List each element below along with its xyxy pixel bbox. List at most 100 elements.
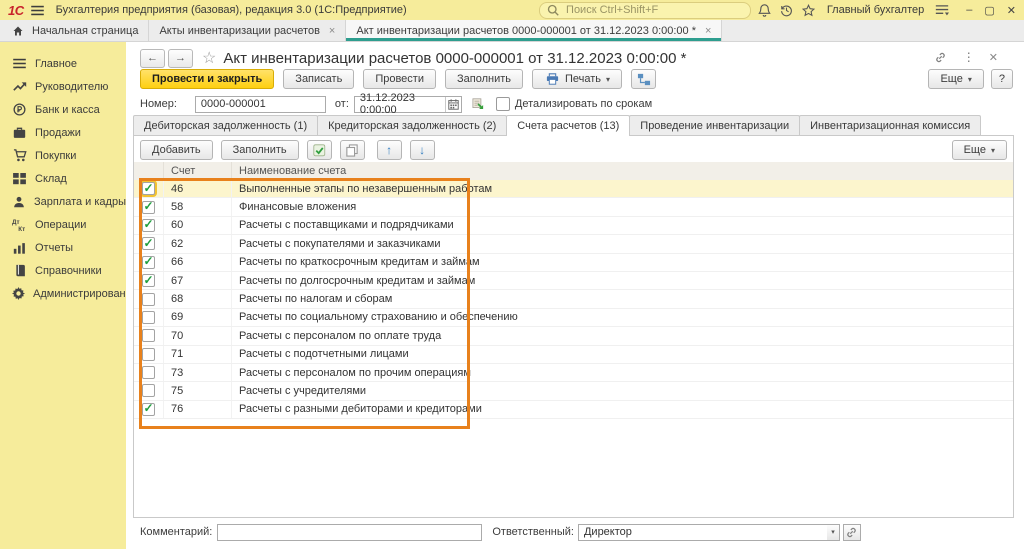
copy-row-button[interactable] xyxy=(340,140,365,160)
row-checkbox[interactable]: ✓ xyxy=(142,256,155,269)
row-checkbox[interactable] xyxy=(142,329,155,342)
table-row[interactable]: ✓76Расчеты с разными дебиторами и кредит… xyxy=(134,401,1013,419)
save-button[interactable]: Записать xyxy=(283,69,354,89)
check-icon: ✓ xyxy=(143,402,153,414)
global-search[interactable] xyxy=(539,2,751,19)
history-icon[interactable] xyxy=(779,2,795,18)
sidebar-item-trend[interactable]: Руководителю xyxy=(0,75,126,98)
row-checkbox-cell xyxy=(134,364,164,381)
row-checkbox[interactable] xyxy=(142,366,155,379)
tab-close-icon[interactable]: × xyxy=(705,25,711,37)
favorites-star-icon[interactable] xyxy=(801,2,817,18)
document-tab[interactable]: Инвентаризационная комиссия xyxy=(799,115,981,135)
arrow-down-icon: ↓ xyxy=(419,143,425,157)
fill-button[interactable]: Заполнить xyxy=(445,69,523,89)
search-input[interactable] xyxy=(564,3,744,17)
check-all-button[interactable] xyxy=(307,140,332,160)
calendar-icon[interactable] xyxy=(445,97,460,112)
open-responsible-button[interactable] xyxy=(843,524,861,541)
sidebar-item-warehouse[interactable]: Склад xyxy=(0,167,126,190)
document-tab[interactable]: Счета расчетов (13) xyxy=(506,115,630,136)
form-more-button[interactable]: Еще ▾ xyxy=(928,69,983,89)
caret-down-icon: ▾ xyxy=(991,146,995,155)
maximize-icon[interactable]: ▢ xyxy=(984,4,994,17)
document-tab[interactable]: Проведение инвентаризации xyxy=(629,115,800,135)
table-row[interactable]: 68Расчеты по налогам и сборам xyxy=(134,290,1013,308)
close-form-icon[interactable]: ✕ xyxy=(989,51,998,64)
sidebar-item-people[interactable]: Зарплата и кадры xyxy=(0,190,126,213)
window-tab[interactable]: Акты инвентаризации расчетов × xyxy=(149,20,346,41)
window-tab-label: Начальная страница xyxy=(32,25,138,37)
row-checkbox[interactable] xyxy=(142,384,155,397)
copy-link-icon[interactable] xyxy=(933,49,949,65)
sidebar-item-references[interactable]: Справочники xyxy=(0,259,126,282)
responsible-field[interactable]: Директор xyxy=(578,524,827,541)
table-row[interactable]: 69Расчеты по социальному страхованию и о… xyxy=(134,309,1013,327)
detail-checkbox[interactable] xyxy=(496,97,510,111)
row-checkbox[interactable] xyxy=(142,293,155,306)
main-menu-icon[interactable] xyxy=(30,2,46,18)
close-window-icon[interactable]: ✕ xyxy=(1007,4,1016,17)
window-tab[interactable]: Начальная страница xyxy=(0,20,149,41)
window-tab-label: Акты инвентаризации расчетов xyxy=(159,25,319,37)
row-checkbox[interactable]: ✓ xyxy=(142,274,155,287)
table-row[interactable]: 75Расчеты с учредителями xyxy=(134,382,1013,400)
forward-button[interactable]: → xyxy=(168,49,193,68)
table-row[interactable]: ✓62Расчеты с покупателями и заказчиками xyxy=(134,235,1013,253)
back-button[interactable]: ← xyxy=(140,49,165,68)
sidebar-item-purchases[interactable]: Покупки xyxy=(0,144,126,167)
table-row[interactable]: 70Расчеты с персоналом по оплате труда xyxy=(134,327,1013,345)
print-button[interactable]: Печать ▾ xyxy=(532,69,622,89)
row-checkbox[interactable]: ✓ xyxy=(142,219,155,232)
quick-fill-icon[interactable] xyxy=(471,96,487,112)
table-row[interactable]: ✓67Расчеты по долгосрочным кредитам и за… xyxy=(134,272,1013,290)
row-checkbox-cell: ✓ xyxy=(134,401,164,418)
move-up-button[interactable]: ↑ xyxy=(377,140,402,160)
document-tab[interactable]: Кредиторская задолженность (2) xyxy=(317,115,507,135)
date-field[interactable]: 31.12.2023 0:00:00 xyxy=(354,96,462,113)
document-title: Акт инвентаризации расчетов 0000-000001 … xyxy=(223,50,686,67)
sidebar-item-operations[interactable]: ДтКтОперации xyxy=(0,213,126,236)
current-user-label[interactable]: Главный бухгалтер xyxy=(827,4,924,16)
table-more-button[interactable]: Еще ▾ xyxy=(952,140,1007,160)
help-button[interactable]: ? xyxy=(991,69,1013,89)
post-button[interactable]: Провести xyxy=(363,69,436,89)
sidebar-item-admin[interactable]: Администрирование xyxy=(0,282,126,305)
table-row[interactable]: 71Расчеты с подотчетными лицами xyxy=(134,346,1013,364)
sidebar-item-reports[interactable]: Отчеты xyxy=(0,236,126,259)
sidebar-item-bank[interactable]: Банк и касса xyxy=(0,98,126,121)
number-field[interactable]: 0000-000001 xyxy=(195,96,326,113)
favorite-star-icon[interactable]: ☆ xyxy=(202,48,216,68)
row-checkbox[interactable] xyxy=(142,348,155,361)
row-checkbox[interactable]: ✓ xyxy=(142,182,155,195)
people-icon xyxy=(12,196,26,208)
more-menu-icon[interactable]: ⋮ xyxy=(963,50,975,64)
row-checkbox[interactable] xyxy=(142,311,155,324)
bank-icon xyxy=(12,103,27,116)
table-row[interactable]: ✓66Расчеты по краткосрочным кредитам и з… xyxy=(134,254,1013,272)
notifications-bell-icon[interactable] xyxy=(757,2,773,18)
row-checkbox[interactable]: ✓ xyxy=(142,237,155,250)
tab-close-icon[interactable]: × xyxy=(329,25,335,37)
fill-table-button[interactable]: Заполнить xyxy=(221,140,299,160)
comment-input[interactable] xyxy=(217,524,482,541)
add-row-button[interactable]: Добавить xyxy=(140,140,213,160)
move-down-button[interactable]: ↓ xyxy=(410,140,435,160)
minimize-icon[interactable]: – xyxy=(966,4,972,16)
sidebar-item-menu[interactable]: Главное xyxy=(0,52,126,75)
responsible-dropdown-icon[interactable]: ▾ xyxy=(827,524,840,541)
detail-checkbox-label[interactable]: Детализировать по срокам xyxy=(515,98,652,110)
related-documents-button[interactable] xyxy=(631,69,656,89)
row-checkbox[interactable]: ✓ xyxy=(142,403,155,416)
table-row[interactable]: ✓46Выполненные этапы по незавершенным ра… xyxy=(134,180,1013,198)
row-checkbox[interactable]: ✓ xyxy=(142,201,155,214)
document-tab[interactable]: Дебиторская задолженность (1) xyxy=(133,115,318,135)
table-row[interactable]: ✓60Расчеты с поставщиками и подрядчиками xyxy=(134,217,1013,235)
table-row[interactable]: ✓58Финансовые вложения xyxy=(134,198,1013,216)
sidebar-item-sales[interactable]: Продажи xyxy=(0,121,126,144)
app-window: 1С Бухгалтерия предприятия (базовая), ре… xyxy=(0,0,1024,549)
post-and-close-button[interactable]: Провести и закрыть xyxy=(140,69,274,89)
window-tab[interactable]: Акт инвентаризации расчетов 0000-000001 … xyxy=(346,20,722,41)
table-row[interactable]: 73Расчеты с персоналом по прочим операци… xyxy=(134,364,1013,382)
service-settings-icon[interactable] xyxy=(934,2,950,18)
